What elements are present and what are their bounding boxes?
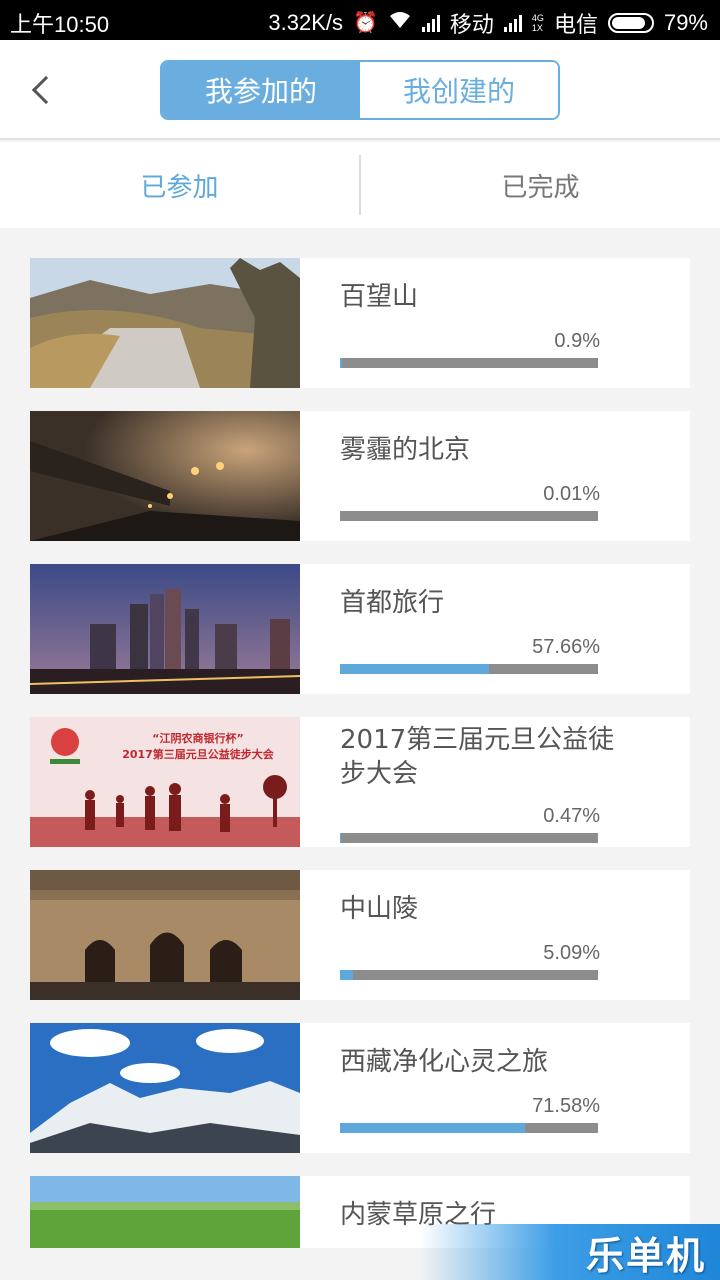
carrier-2: 电信 xyxy=(553,12,598,37)
progress-fill xyxy=(340,970,354,980)
activity-card[interactable]: 西藏净化心灵之旅 71.58% xyxy=(30,1023,690,1153)
carrier-1: 移动 xyxy=(449,12,494,37)
segment-control: 我参加的 我创建的 xyxy=(160,60,560,120)
activity-card[interactable]: 百望山 0.9% xyxy=(30,258,690,388)
progress-fill xyxy=(340,833,342,843)
activity-percent: 5.09% xyxy=(543,942,600,964)
tab-joined[interactable]: 我参加的 xyxy=(162,62,360,118)
signal-icon-2 xyxy=(503,14,522,32)
progress-bar xyxy=(340,970,598,980)
poster-title-line2: 2017第三届元旦公益徒步大会 xyxy=(122,748,274,761)
activity-title: 2017第三届元旦公益徒步大会 xyxy=(340,725,615,789)
activity-thumbnail-snow-mountains xyxy=(30,1023,300,1153)
progress-fill xyxy=(340,664,489,674)
activity-thumbnail-walk-poster: “江阴农商银行杯” 2017第三届元旦公益徒步大会 xyxy=(30,717,300,847)
activity-percent: 0.47% xyxy=(543,805,600,827)
network-type: 4G 1X xyxy=(531,13,544,33)
activity-percent: 57.66% xyxy=(532,636,600,658)
activity-card[interactable]: “江阴农商银行杯” 2017第三届元旦公益徒步大会 2017第三届元旦公益徒步大… xyxy=(30,717,690,847)
progress-bar xyxy=(340,664,598,674)
activity-thumbnail-mountain-road xyxy=(30,258,300,388)
activity-thumbnail-city-skyline xyxy=(30,564,300,694)
chevron-left-icon xyxy=(31,75,61,105)
progress-bar xyxy=(340,511,598,521)
alarm-icon: ⏰ xyxy=(353,12,378,34)
net-speed: 3.32K/s xyxy=(268,10,343,35)
back-button[interactable] xyxy=(22,68,62,112)
watermark-logo: 乐单机 xyxy=(420,1224,720,1280)
signal-icon xyxy=(421,14,440,32)
activity-card[interactable]: 中山陵 5.09% xyxy=(30,870,690,1000)
activity-title: 中山陵 xyxy=(340,894,419,924)
header: 我参加的 我创建的 xyxy=(0,40,720,140)
status-time: 上午10:50 xyxy=(10,12,110,37)
activity-thumbnail-grassland xyxy=(30,1176,300,1248)
activity-title: 西藏净化心灵之旅 xyxy=(340,1047,549,1077)
progress-bar xyxy=(340,1123,598,1133)
progress-bar xyxy=(340,833,598,843)
activity-thumbnail-smog-night xyxy=(30,411,300,541)
subtab-joined[interactable]: 已参加 xyxy=(0,167,359,204)
activity-title: 首都旅行 xyxy=(340,588,445,618)
activity-percent: 71.58% xyxy=(532,1095,600,1117)
progress-fill xyxy=(340,1123,525,1133)
activity-title: 雾霾的北京 xyxy=(340,435,471,465)
progress-bar xyxy=(340,358,598,368)
progress-fill xyxy=(340,358,343,368)
activity-card[interactable]: 雾霾的北京 0.01% xyxy=(30,411,690,541)
poster-title-line1: “江阴农商银行杯” xyxy=(152,732,244,745)
activity-percent: 0.01% xyxy=(543,483,600,505)
activity-percent: 0.9% xyxy=(554,330,600,352)
wifi-icon xyxy=(388,10,412,36)
activity-thumbnail-mausoleum-gate xyxy=(30,870,300,1000)
activity-list: 百望山 0.9% 雾霾的北京 0.01% 首都旅行 57.66% “江阴农商银行… xyxy=(30,258,690,1248)
activity-title: 百望山 xyxy=(340,282,419,312)
battery-icon xyxy=(607,13,654,33)
tab-created[interactable]: 我创建的 xyxy=(360,62,558,118)
battery-percent: 79% xyxy=(663,10,708,35)
subtabs: 已参加 已完成 xyxy=(0,142,720,228)
status-bar: 上午10:50 3.32K/s ⏰ 移动 4G 1X 电信 79% xyxy=(0,0,720,40)
activity-card[interactable]: 首都旅行 57.66% xyxy=(30,564,690,694)
subtab-completed[interactable]: 已完成 xyxy=(361,167,720,204)
